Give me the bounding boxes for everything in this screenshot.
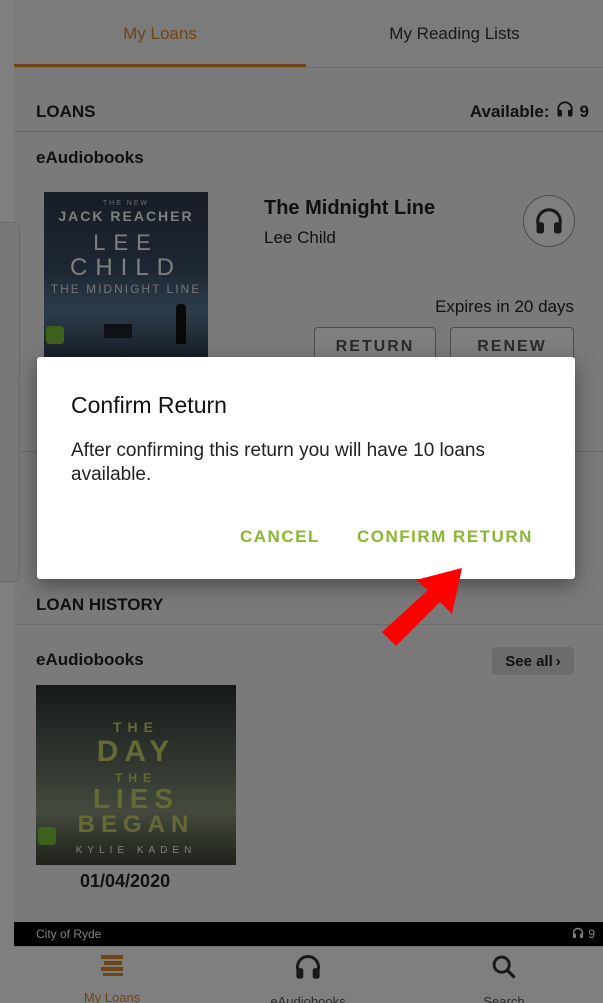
confirm-return-button[interactable]: CONFIRM RETURN	[357, 527, 533, 547]
confirm-return-dialog: Confirm Return After confirming this ret…	[37, 357, 575, 579]
dialog-title: Confirm Return	[71, 392, 227, 418]
dialog-message: After confirming this return you will ha…	[71, 440, 485, 485]
cancel-button[interactable]: CANCEL	[240, 527, 320, 547]
annotation-arrow-icon	[382, 568, 462, 646]
